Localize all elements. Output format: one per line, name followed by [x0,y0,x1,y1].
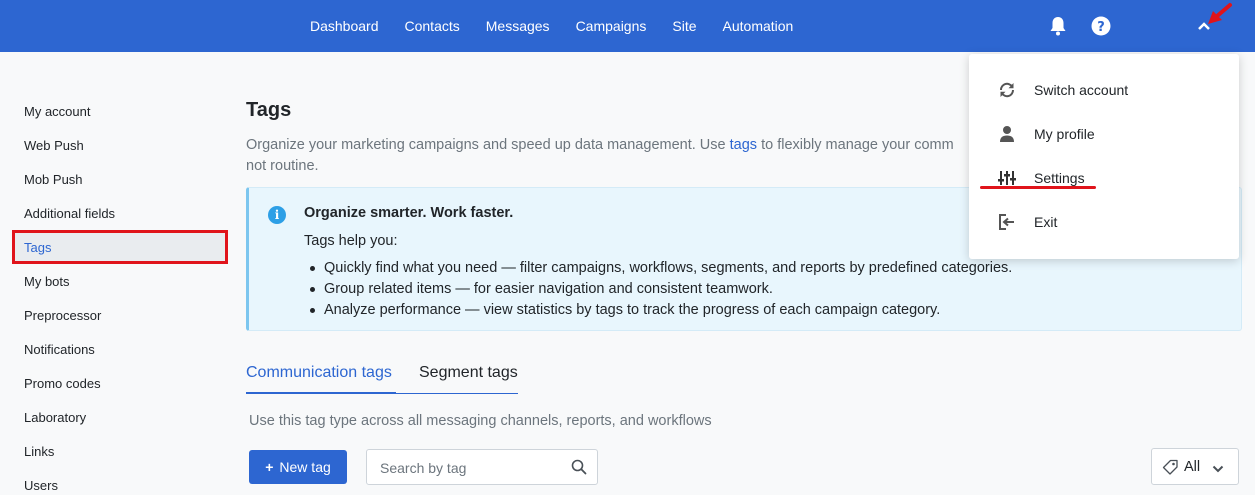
menu-item-exit[interactable]: Exit [969,202,1239,242]
nav-messages[interactable]: Messages [486,18,550,34]
plus-icon: + [265,459,274,475]
settings-highlight-underline [980,186,1096,189]
info-bullets: Quickly find what you need — filter camp… [304,258,1012,321]
top-navigation-bar: Dashboard Contacts Messages Campaigns Si… [0,0,1255,52]
new-tag-label: New tag [279,459,331,475]
search-placeholder: Search by tag [380,460,467,476]
sliders-icon [997,168,1017,188]
description-text-line2: not routine. [246,158,319,174]
sidebar-item-laboratory[interactable]: Laboratory [12,400,228,434]
account-dropdown-menu: Switch account My profile Settings Exit [969,54,1239,259]
sidebar-item-web-push[interactable]: Web Push [12,128,228,162]
tab-segment-tags[interactable]: Segment tags [419,364,518,394]
menu-item-settings[interactable]: Settings [969,158,1239,198]
tab-description: Use this tag type across all messaging c… [249,413,712,429]
sidebar-item-promo-codes[interactable]: Promo codes [12,366,228,400]
search-icon [571,459,587,480]
sidebar-item-links[interactable]: Links [12,434,228,468]
nav-campaigns[interactable]: Campaigns [576,18,647,34]
user-icon [997,124,1017,144]
tag-icon [1162,459,1179,481]
nav-contacts[interactable]: Contacts [405,18,460,34]
nav-automation[interactable]: Automation [723,18,794,34]
nav-site[interactable]: Site [672,18,696,34]
sidebar-item-additional-fields[interactable]: Additional fields [12,196,228,230]
new-tag-button[interactable]: + New tag [249,450,347,484]
sidebar-item-mob-push[interactable]: Mob Push [12,162,228,196]
tab-communication-tags[interactable]: Communication tags [246,364,396,394]
sidebar-item-my-account[interactable]: My account [12,94,228,128]
exit-icon [997,212,1017,232]
info-bullet: Analyze performance — view statistics by… [304,300,1012,321]
sidebar-item-preprocessor[interactable]: Preprocessor [12,298,228,332]
annotation-arrow-icon [1204,2,1234,33]
sidebar-item-notifications[interactable]: Notifications [12,332,228,366]
tags-link[interactable]: tags [730,137,757,153]
info-subtitle: Tags help you: [304,233,398,249]
help-icon[interactable]: ? [1089,14,1113,38]
info-bullet: Quickly find what you need — filter camp… [304,258,1012,279]
menu-item-switch-account[interactable]: Switch account [969,70,1239,110]
info-title: Organize smarter. Work faster. [304,205,514,221]
menu-label: My profile [1034,126,1095,142]
tag-type-tabs: Communication tags Segment tags [246,360,518,394]
sidebar-item-users[interactable]: Users [12,468,228,495]
sidebar-item-tags[interactable]: Tags [12,230,228,264]
menu-item-my-profile[interactable]: My profile [969,114,1239,154]
description-text-cont: to flexibly manage your comm [757,137,954,153]
page-description: Organize your marketing campaigns and sp… [246,135,986,177]
nav-dashboard[interactable]: Dashboard [310,18,379,34]
page-title: Tags [246,99,292,121]
sidebar-item-my-bots[interactable]: My bots [12,264,228,298]
filter-value: All [1184,459,1201,475]
main-nav: Dashboard Contacts Messages Campaigns Si… [310,0,819,52]
info-icon: i [268,206,286,224]
chevron-down-icon [1212,461,1224,479]
info-bullet: Group related items — for easier navigat… [304,279,1012,300]
refresh-icon [997,80,1017,100]
bell-icon[interactable] [1046,14,1070,38]
tag-filter-dropdown[interactable]: All [1151,448,1239,485]
description-text: Organize your marketing campaigns and sp… [246,137,730,153]
menu-label: Exit [1034,214,1058,230]
search-input[interactable]: Search by tag [366,449,598,485]
menu-label: Settings [1034,170,1085,186]
menu-label: Switch account [1034,82,1129,98]
svg-text:?: ? [1097,20,1105,35]
